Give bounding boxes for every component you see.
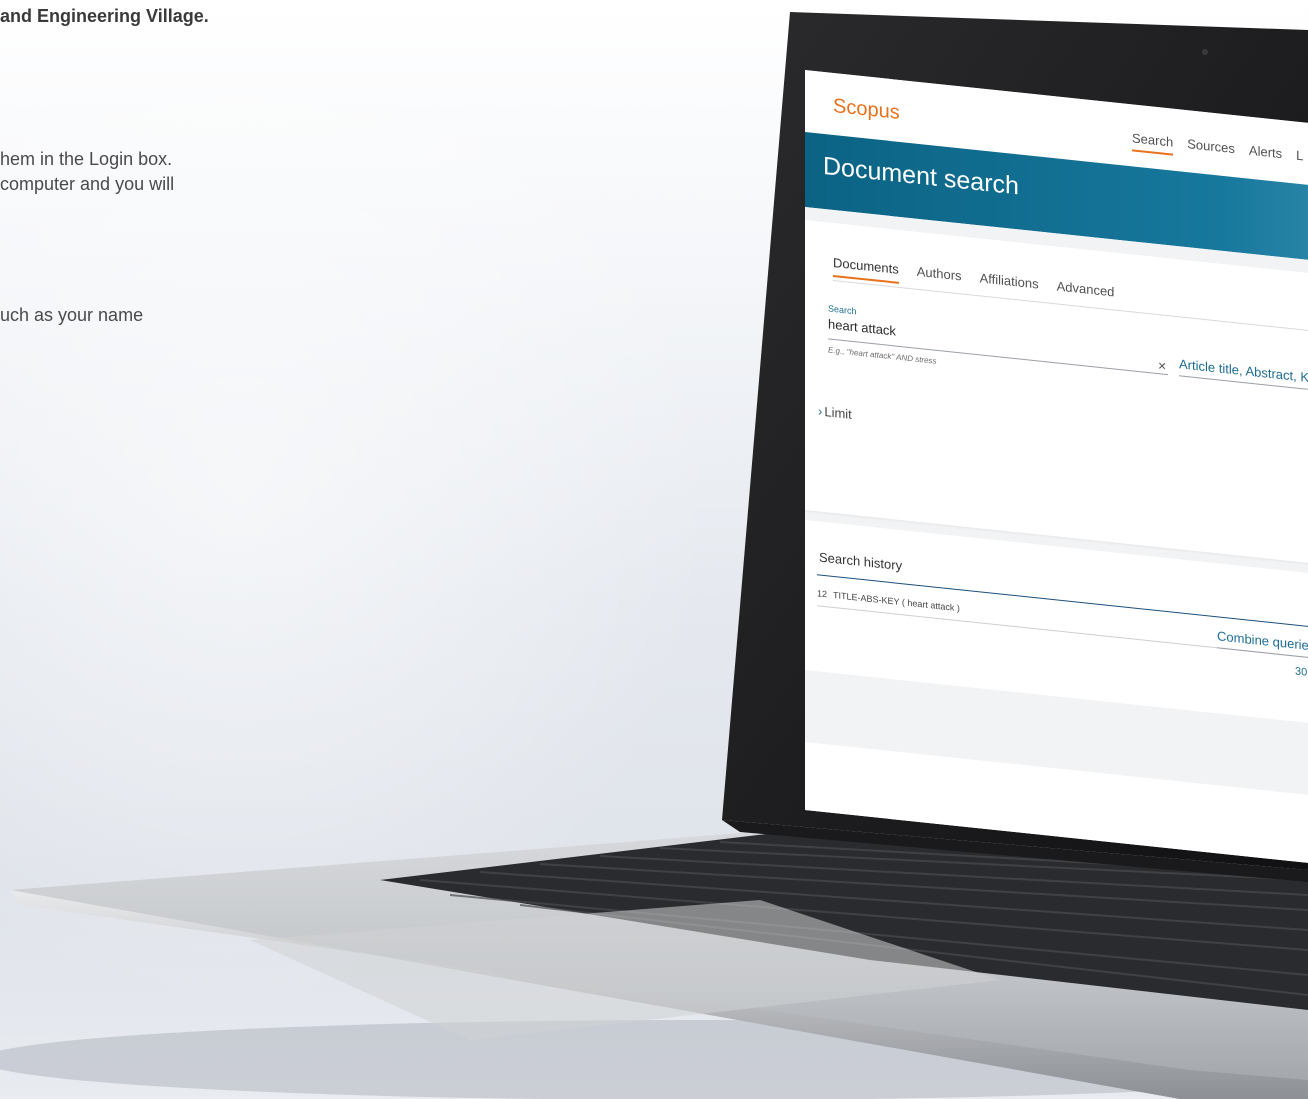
tab-authors[interactable]: Authors bbox=[917, 264, 962, 291]
clear-icon[interactable]: × bbox=[1158, 357, 1166, 374]
history-row-count[interactable]: 30 bbox=[1295, 666, 1307, 679]
nav-search[interactable]: Search bbox=[1132, 130, 1174, 156]
limit-toggle[interactable]: › Limit bbox=[818, 403, 852, 422]
search-input[interactable]: heart attack bbox=[828, 316, 896, 338]
top-nav: Search Sources Alerts L bbox=[1132, 130, 1303, 169]
search-card: Documents Authors Affiliations Advanced … bbox=[805, 218, 1308, 566]
page-title: Document search bbox=[823, 151, 1019, 201]
nav-sources[interactable]: Sources bbox=[1187, 136, 1235, 162]
search-tabs: Documents Authors Affiliations Advanced bbox=[833, 254, 1115, 307]
tab-advanced[interactable]: Advanced bbox=[1057, 278, 1115, 306]
nav-alerts[interactable]: Alerts bbox=[1249, 143, 1282, 167]
scopus-logo[interactable]: Scopus bbox=[833, 95, 900, 125]
tab-affiliations[interactable]: Affiliations bbox=[980, 270, 1039, 298]
tab-documents[interactable]: Documents bbox=[833, 254, 899, 284]
laptop-illustration: Scopus Search Sources Alerts L Document … bbox=[0, 0, 1308, 1099]
history-row[interactable]: 12 TITLE-ABS-KEY ( heart attack ) bbox=[817, 588, 960, 613]
nav-lists[interactable]: L bbox=[1296, 148, 1303, 170]
search-history-title: Search history bbox=[819, 549, 903, 574]
search-field-label: Search bbox=[828, 303, 857, 317]
laptop-screen: Scopus Search Sources Alerts L Document … bbox=[805, 70, 1308, 865]
chevron-right-icon: › bbox=[818, 403, 823, 419]
history-row-number: 12 bbox=[817, 588, 828, 600]
search-field-select[interactable]: Article title, Abstract, K bbox=[1179, 356, 1308, 385]
scopus-app: Scopus Search Sources Alerts L Document … bbox=[805, 70, 1308, 865]
limit-label: Limit bbox=[824, 404, 852, 422]
